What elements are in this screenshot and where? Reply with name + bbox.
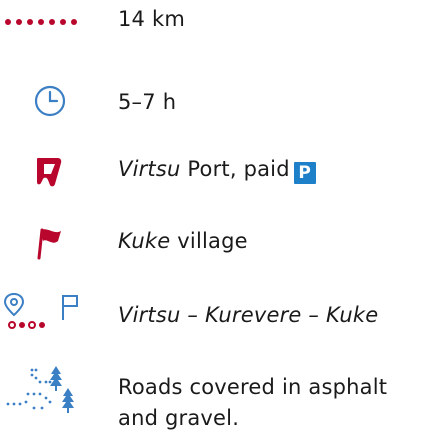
route-value: Virtsu – Kurevere – Kuke (118, 303, 379, 327)
duration-row: 5–7 h (0, 82, 429, 122)
route-row: Virtsu – Kurevere – Kuke (0, 290, 429, 334)
finish-text: Kuke village (118, 226, 248, 256)
surface-text: Roads covered in asphalt and gravel. (118, 375, 388, 430)
finish-row: Kuke village (0, 222, 429, 262)
distance-icon (0, 8, 96, 34)
route-text: Virtsu – Kurevere – Kuke (118, 300, 378, 330)
parking-badge: P (293, 162, 316, 184)
dotted-path-trees-icon (0, 362, 96, 432)
start-row: Virtsu Port, paid P (0, 150, 429, 190)
distance-value: 14 km (118, 7, 186, 31)
finish-place: Kuke (118, 229, 171, 253)
start-flag-icon (0, 150, 96, 190)
surface-row: Roads covered in asphalt and gravel. (0, 362, 429, 432)
start-place: Virtsu (118, 157, 181, 181)
duration-value: 5–7 h (118, 90, 177, 114)
start-suffix: Port, paid (180, 157, 290, 181)
distance-row: 14 km (0, 4, 429, 38)
finish-flag-icon (0, 222, 96, 262)
route-icon (0, 290, 96, 334)
finish-suffix: village (170, 229, 248, 253)
start-text: Virtsu Port, paid P (118, 154, 316, 184)
clock-icon (0, 82, 96, 122)
